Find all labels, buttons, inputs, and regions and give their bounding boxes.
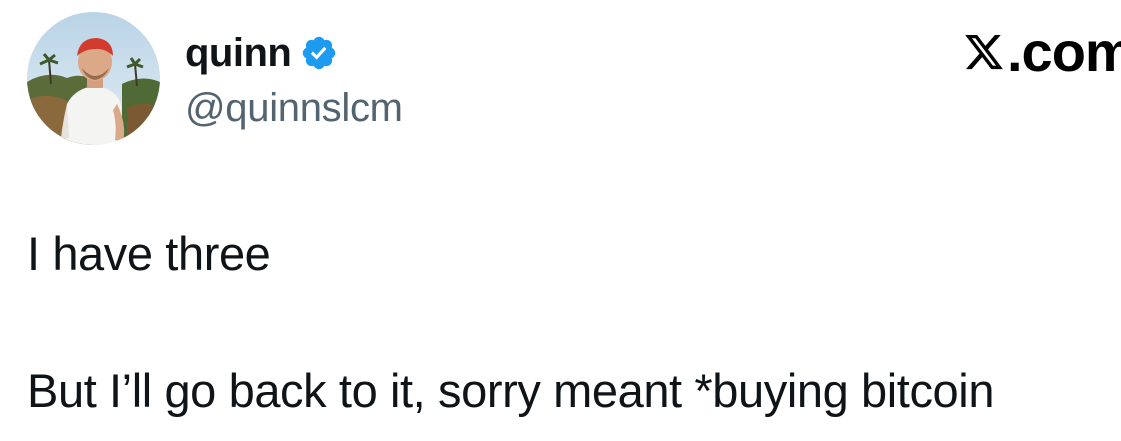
tweet-text-line: I have three <box>27 227 271 280</box>
tweet-card: quinn @quinnslcm .com I have three But I… <box>0 0 1121 441</box>
x-brand-logo: .com <box>963 22 1121 82</box>
avatar[interactable] <box>27 12 160 145</box>
x-logo-icon <box>965 34 1003 70</box>
x-brand-suffix: .com <box>1007 20 1121 83</box>
verified-badge-icon <box>303 36 336 70</box>
author-display-name[interactable]: quinn <box>185 27 292 79</box>
tweet-text-line: But I’ll go back to it, sorry meant *buy… <box>27 364 995 417</box>
avatar-photo <box>27 12 160 145</box>
author-name-row: quinn <box>185 27 338 79</box>
author-handle[interactable]: @quinnslcm <box>185 82 403 134</box>
